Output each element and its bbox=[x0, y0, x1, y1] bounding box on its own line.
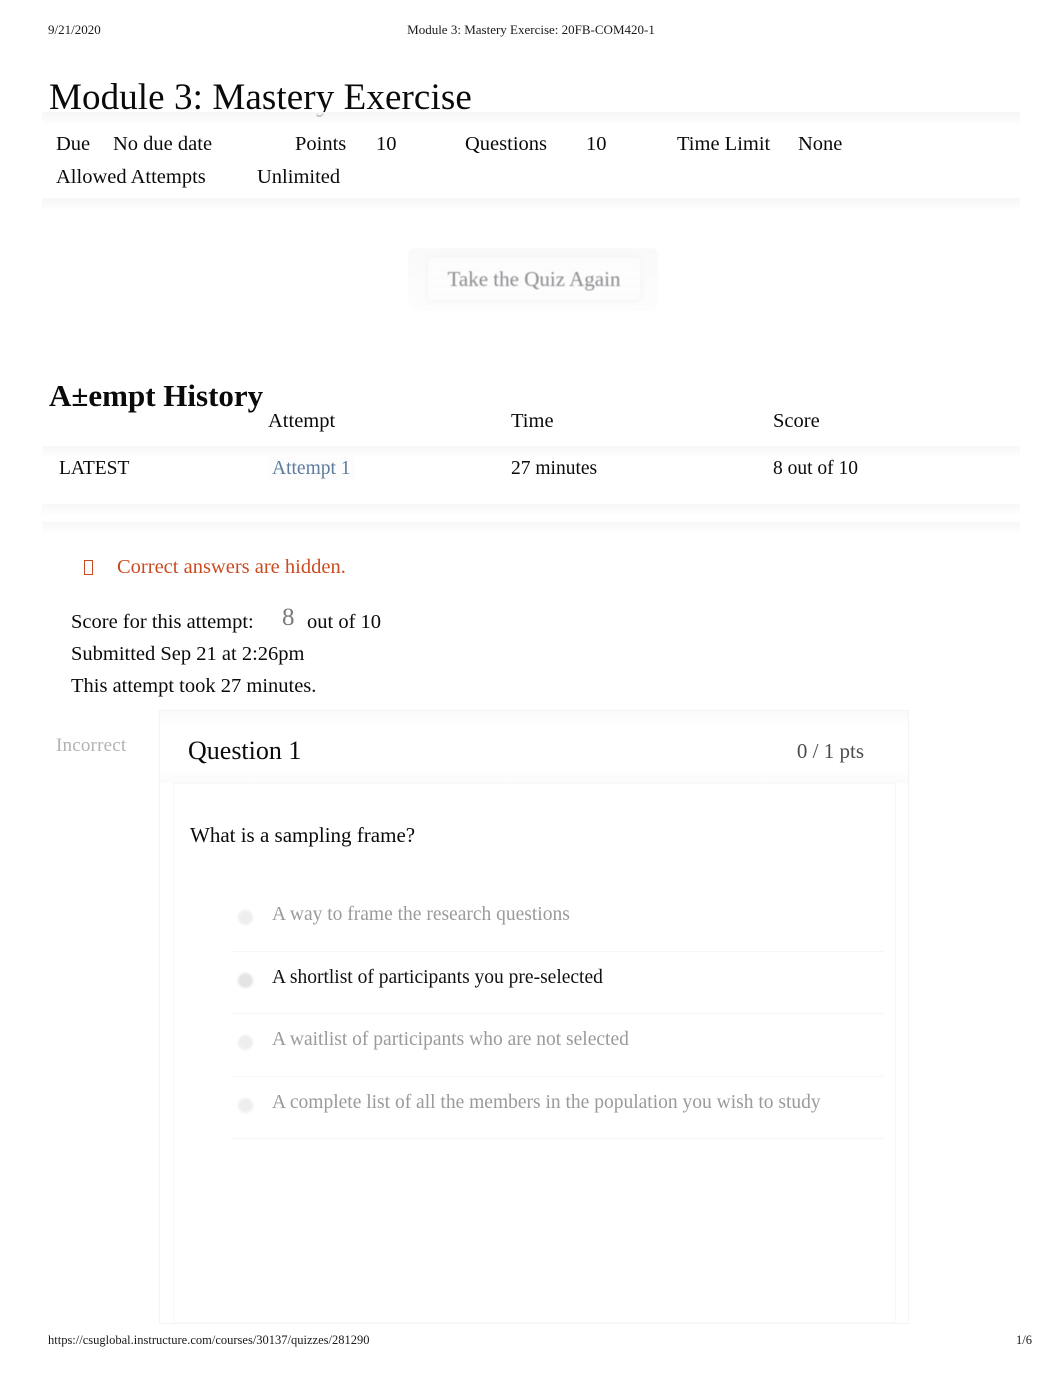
print-document-title: Module 3: Mastery Exercise: 20FB-COM420-… bbox=[407, 22, 655, 37]
attempt-history-heading: A±empt History bbox=[49, 377, 264, 413]
footer-page-number: 1/6 bbox=[1016, 1333, 1032, 1347]
score-label: Score for this attempt: bbox=[71, 611, 254, 633]
answer-option[interactable]: A way to frame the research questions bbox=[174, 889, 895, 952]
quiz-meta-row-primary: Due No due date Points 10 Questions 10 T… bbox=[56, 128, 1016, 161]
time-limit-value: None bbox=[798, 133, 843, 155]
print-footer: https://csuglobal.instructure.com/course… bbox=[0, 1333, 1062, 1353]
radio-icon[interactable] bbox=[238, 972, 253, 988]
score-for-attempt-row: Score for this attempt: 8 out of 10 bbox=[71, 604, 381, 638]
column-header-score: Score bbox=[773, 410, 820, 432]
attempt-link[interactable]: Attempt 1 bbox=[268, 457, 355, 480]
attempt-summary: Score for this attempt: 8 out of 10 Subm… bbox=[71, 604, 381, 702]
answer-label: A shortlist of participants you pre-sele… bbox=[272, 966, 603, 988]
correct-answers-hidden-notice: Correct answers are hidden. bbox=[84, 556, 346, 579]
attempt-history-divider-mid bbox=[42, 504, 1020, 514]
attempt-status-latest: LATEST bbox=[59, 458, 130, 479]
meta-divider-bottom bbox=[42, 198, 1020, 209]
attempt-history-table: Attempt Time Score LATEST Attempt 1 27 m… bbox=[42, 410, 1020, 532]
allowed-attempts-label: Allowed Attempts bbox=[56, 166, 206, 188]
quiz-meta: Due No due date Points 10 Questions 10 T… bbox=[56, 128, 1016, 194]
answer-list: A way to frame the research questions A … bbox=[174, 889, 895, 1139]
due-value: No due date bbox=[113, 133, 213, 155]
attempt-history-divider-top bbox=[42, 446, 1020, 456]
score-out-of: out of 10 bbox=[307, 611, 382, 633]
points-label: Points bbox=[295, 133, 347, 155]
question-title: Question 1 bbox=[188, 736, 302, 765]
quiz-meta-row-attempts: Allowed Attempts Unlimited bbox=[56, 161, 1016, 194]
answer-label: A waitlist of participants who are not s… bbox=[272, 1029, 629, 1050]
warning-icon bbox=[84, 560, 93, 575]
question-prompt: What is a sampling frame? bbox=[190, 823, 416, 847]
questions-label: Questions bbox=[465, 133, 547, 155]
time-limit-label: Time Limit bbox=[677, 133, 771, 155]
meta-divider-top bbox=[42, 112, 1020, 123]
retake-quiz-region: Take the Quiz Again bbox=[408, 248, 658, 310]
attempt-history-divider-bottom bbox=[42, 522, 1020, 532]
answer-label: A way to frame the research questions bbox=[272, 904, 570, 925]
column-header-attempt: Attempt bbox=[268, 410, 336, 432]
questions-value: 10 bbox=[586, 133, 607, 155]
submitted-timestamp: Submitted Sep 21 at 2:26pm bbox=[71, 643, 305, 665]
answer-option[interactable]: A shortlist of participants you pre-sele… bbox=[174, 952, 895, 1014]
answer-option[interactable]: A complete list of all the members in th… bbox=[174, 1077, 895, 1139]
due-label: Due bbox=[56, 133, 91, 155]
column-header-time: Time bbox=[511, 410, 554, 432]
radio-icon[interactable] bbox=[238, 910, 253, 925]
radio-icon[interactable] bbox=[238, 1035, 253, 1050]
answer-divider bbox=[232, 1138, 884, 1139]
print-header: 9/21/2020 Module 3: Mastery Exercise: 20… bbox=[0, 22, 1062, 42]
attempt-history-header-row: Attempt Time Score bbox=[42, 410, 1020, 446]
question-points: 0 / 1 pts bbox=[796, 739, 864, 763]
score-value: 8 bbox=[282, 604, 295, 631]
take-quiz-again-button[interactable]: Take the Quiz Again bbox=[428, 258, 640, 300]
radio-icon[interactable] bbox=[238, 1097, 253, 1113]
footer-url: https://csuglobal.instructure.com/course… bbox=[48, 1333, 370, 1347]
question-header: Question 1 0 / 1 pts bbox=[160, 711, 908, 783]
table-row: LATEST Attempt 1 27 minutes 8 out of 10 bbox=[42, 457, 1020, 498]
allowed-attempts-value: Unlimited bbox=[257, 166, 341, 188]
question-container: Question 1 0 / 1 pts What is a sampling … bbox=[160, 711, 908, 1323]
attempt-time: 27 minutes bbox=[511, 458, 598, 479]
points-value: 10 bbox=[376, 133, 397, 155]
take-quiz-again-label: Take the Quiz Again bbox=[447, 267, 621, 291]
answer-option[interactable]: A waitlist of participants who are not s… bbox=[174, 1014, 895, 1077]
attempt-duration: This attempt took 27 minutes. bbox=[71, 675, 317, 697]
question-status-badge: Incorrect bbox=[56, 735, 127, 756]
question-body: What is a sampling frame? A way to frame… bbox=[174, 784, 895, 1322]
attempt-score: 8 out of 10 bbox=[773, 458, 859, 479]
correct-answers-hidden-text: Correct answers are hidden. bbox=[117, 556, 346, 578]
answer-label: A complete list of all the members in th… bbox=[272, 1091, 821, 1113]
